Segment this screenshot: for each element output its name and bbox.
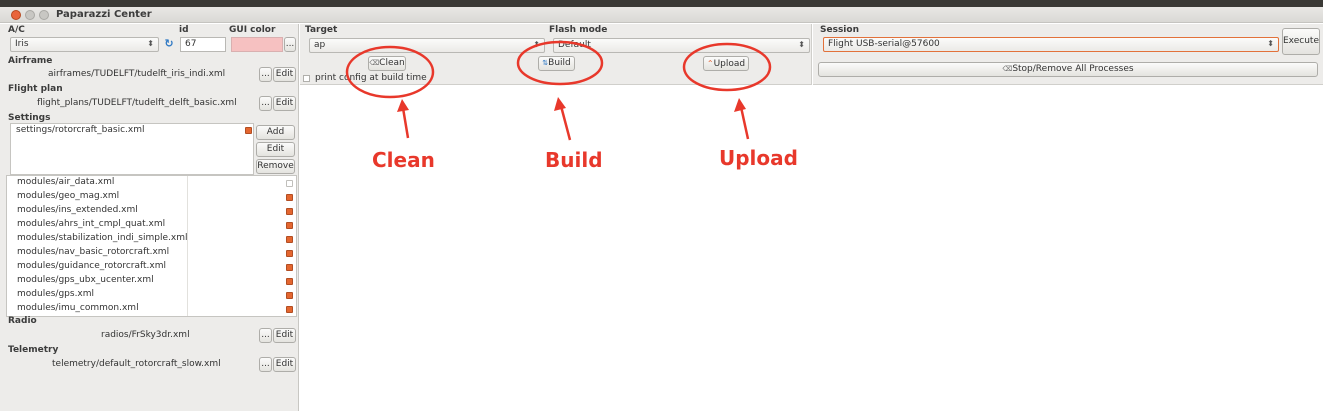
upload-highlight-circle	[682, 42, 772, 92]
build-arrow-head	[554, 97, 566, 111]
upload-annotation: Upload	[719, 146, 798, 170]
upload-arrow-head	[734, 98, 746, 112]
build-annotation: Build	[545, 148, 603, 172]
clean-annotation: Clean	[372, 148, 435, 172]
clean-arrow-head	[397, 99, 409, 112]
upload-arrow	[739, 106, 750, 140]
annotation-overlay	[345, 40, 772, 141]
build-highlight-circle	[516, 40, 604, 86]
clean-highlight-circle	[345, 45, 435, 99]
build-arrow	[559, 105, 572, 141]
clean-arrow	[401, 107, 410, 139]
